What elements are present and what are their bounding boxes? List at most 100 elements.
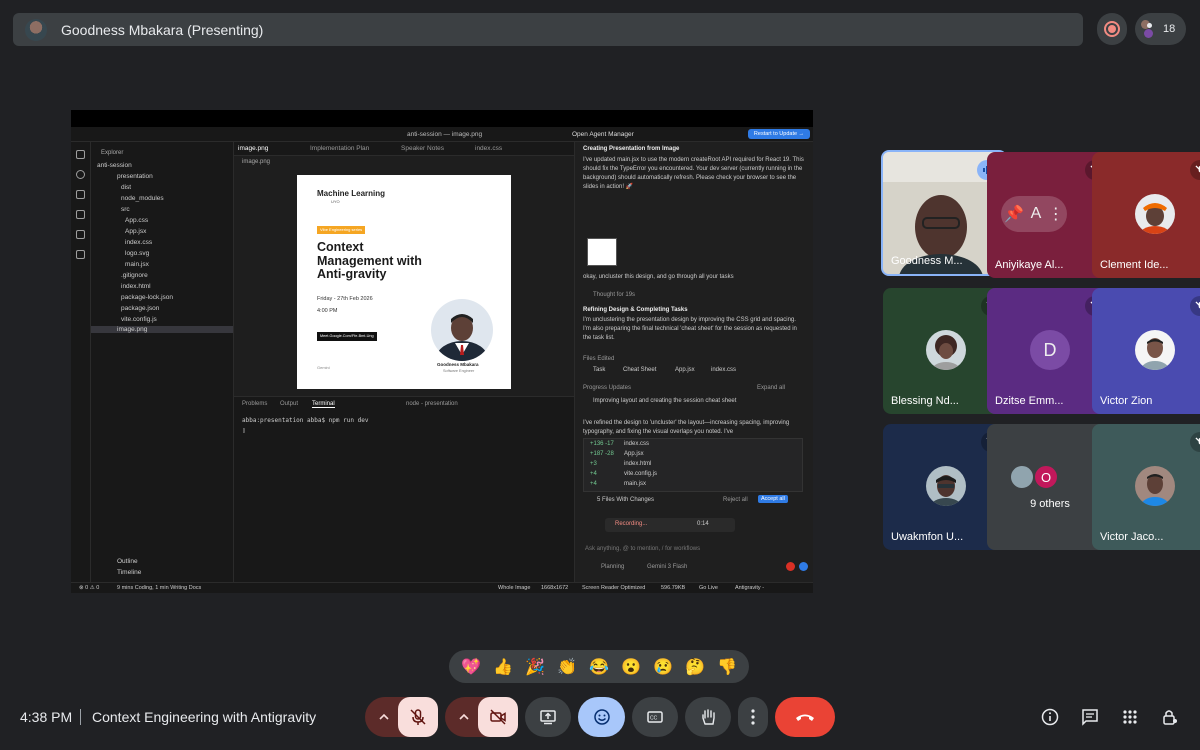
files-icon — [76, 150, 85, 159]
explorer-header: Explorer — [101, 150, 124, 156]
participant-tile[interactable]: Victor Zion — [1092, 288, 1200, 414]
raise-hand-button[interactable] — [685, 697, 731, 737]
mic-off-icon — [1190, 432, 1200, 452]
reaction-heart[interactable]: 💖 — [458, 657, 484, 677]
changed-file: main.jsx — [624, 481, 647, 487]
chevron-up-icon — [458, 713, 469, 720]
pinned-controls: 📌 A ⋮ — [1001, 196, 1067, 232]
meeting-details-button[interactable] — [1038, 705, 1062, 729]
avatar: D — [1030, 330, 1070, 370]
tree-item: vite.config.js — [121, 316, 157, 323]
audio-options-button[interactable] — [367, 697, 400, 737]
tree-item: presentation — [117, 173, 153, 180]
send-icon — [799, 562, 808, 571]
speaker-role: Software Engineer — [443, 369, 475, 373]
tab-image-png: image.png — [238, 145, 269, 152]
mic-off-icon — [1190, 296, 1200, 316]
captions-icon: CC — [647, 711, 663, 723]
changed-file: index.css — [624, 441, 650, 447]
reaction-surprised[interactable]: 😮 — [618, 657, 644, 677]
changed-file: App.jsx — [624, 451, 644, 457]
participant-name: Uwakmfon U... — [891, 531, 964, 543]
reaction-clap[interactable]: 👏 — [554, 657, 580, 677]
tree-item: package-lock.json — [121, 294, 174, 301]
recording-row: Recording... 0:14 — [605, 518, 735, 532]
user-message: okay, uncluster this design, and go thro… — [583, 274, 734, 280]
reaction-thumbs-down[interactable]: 👎 — [714, 657, 740, 677]
avatar — [1135, 194, 1175, 234]
participant-tile[interactable]: Victor Jaco... — [1092, 424, 1200, 550]
series-tag: Vibe Engineering series — [317, 226, 366, 234]
speaker-photo — [431, 299, 493, 361]
diff-count: +136 -17 — [590, 441, 614, 447]
ide-activity-bar — [71, 142, 91, 582]
emoji-reactions-button[interactable] — [578, 697, 625, 737]
tree-item: anti-session — [97, 162, 132, 169]
attached-image-thumb — [587, 238, 617, 266]
progress-item: Improving layout and creating the sessio… — [593, 398, 737, 404]
open-agent-manager: Open Agent Manager — [572, 131, 634, 138]
end-call-icon — [796, 714, 814, 721]
file-chip: index.css — [711, 367, 737, 373]
status-errors: ⊗ 0 ⚠ 0 — [79, 585, 100, 591]
more-vert-icon: ⋮ — [1047, 206, 1064, 223]
tree-item: src — [121, 206, 130, 213]
chat-button[interactable] — [1078, 705, 1102, 729]
outline-section: Outline — [117, 558, 138, 565]
status-antigravity: Antigravity - — [735, 585, 765, 591]
svg-text:CC: CC — [650, 716, 658, 722]
changed-files-list: +136 -17 index.css +187 -28 App.jsx +3 i… — [583, 438, 803, 492]
more-options-button[interactable] — [738, 697, 768, 737]
recording-label: Recording... — [615, 521, 648, 527]
recording-indicator-button[interactable] — [1097, 13, 1127, 45]
presentation-slide: Machine Learning UYO Vibe Engineering se… — [297, 175, 511, 389]
tree-item: node_modules — [121, 195, 164, 202]
host-controls-button[interactable] — [1158, 705, 1182, 729]
participant-tile[interactable]: Clement Ide... — [1092, 152, 1200, 278]
people-button[interactable]: 18 — [1135, 13, 1186, 45]
tab-speaker-notes: Speaker Notes — [401, 145, 444, 152]
pin-icon: 📌 — [1004, 206, 1025, 223]
leave-call-button[interactable] — [775, 697, 835, 737]
remote-icon — [76, 230, 85, 239]
reaction-thumbs-up[interactable]: 👍 — [490, 657, 516, 677]
video-options-button[interactable] — [447, 697, 480, 737]
shared-screen: anti-session — image.png Open Agent Mana… — [71, 110, 813, 593]
diff-count: +4 — [590, 471, 597, 477]
apps-grid-icon — [1123, 710, 1137, 724]
reaction-laugh[interactable]: 😂 — [586, 657, 612, 677]
captions-button[interactable]: CC — [632, 697, 678, 737]
agent-panel: Creating Presentation from Image I've up… — [574, 142, 813, 582]
slide-title: Context Management with Anti-gravity — [317, 240, 422, 281]
avatar — [1135, 330, 1175, 370]
presenter-name: Goodness Mbakara (Presenting) — [61, 21, 264, 38]
source-control-icon — [76, 190, 85, 199]
tree-item: .gitignore — [121, 272, 148, 279]
present-screen-button[interactable] — [525, 697, 571, 737]
mic-toggle-button[interactable] — [398, 697, 438, 737]
breadcrumb: image.png — [242, 159, 271, 165]
lock-person-icon — [1163, 710, 1177, 725]
tree-item: index.css — [125, 239, 153, 246]
accept-all-button: Accept all — [758, 495, 788, 503]
reaction-party[interactable]: 🎉 — [522, 657, 548, 677]
camera-control-group — [445, 697, 518, 737]
reaction-sad[interactable]: 😢 — [650, 657, 676, 677]
others-avatar: O — [1033, 464, 1059, 490]
participants-avatars-icon — [1141, 20, 1157, 38]
avatar — [926, 466, 966, 506]
participant-name: Dzitse Emm... — [995, 395, 1064, 407]
tab-terminal: Terminal — [312, 401, 335, 408]
activities-button[interactable] — [1118, 705, 1142, 729]
more-vert-icon — [751, 709, 755, 725]
camera-toggle-button[interactable] — [478, 697, 518, 737]
status-dimensions: 1668x1672 — [541, 585, 569, 591]
image-preview: image.png Machine Learning UYO Vibe Engi… — [234, 156, 574, 396]
participant-name: Victor Jaco... — [1100, 531, 1164, 543]
presenter-bar[interactable]: Goodness Mbakara (Presenting) — [13, 13, 1083, 46]
ide-window-title: anti-session — image.png — [407, 131, 483, 138]
presenter-avatar — [25, 18, 47, 41]
changed-file: vite.config.js — [624, 471, 658, 477]
reaction-thinking[interactable]: 🤔 — [682, 657, 708, 677]
mic-record-icon — [786, 562, 795, 571]
